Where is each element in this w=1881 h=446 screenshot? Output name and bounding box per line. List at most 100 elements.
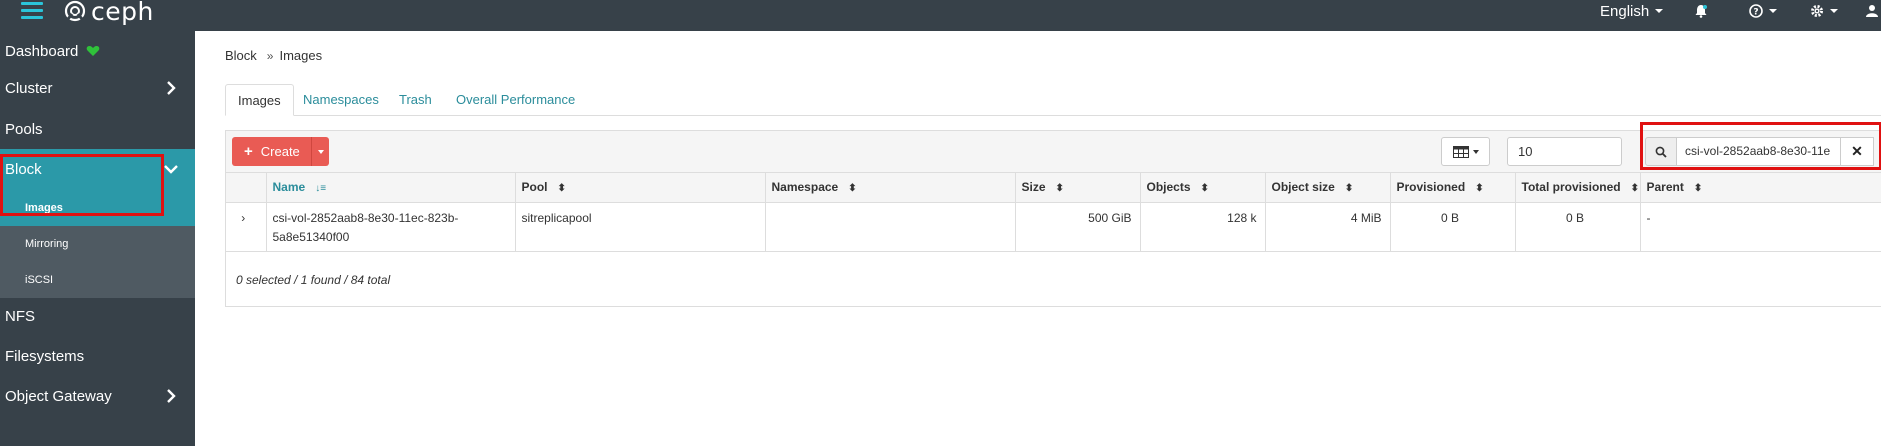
column-header-objects[interactable]: Objects ⬍ [1140, 173, 1266, 203]
sort-icon: ⬍ [1630, 182, 1640, 194]
sidebar: Dashboard Cluster Pools Block Images Mir… [0, 31, 195, 446]
sidebar-item-object-gateway[interactable]: Object Gateway [0, 376, 195, 416]
caret-down-icon [1472, 149, 1479, 154]
sort-ascending-icon: ↓≡ [315, 182, 327, 194]
tab-images[interactable]: Images [225, 84, 294, 116]
caret-down-icon [317, 149, 324, 154]
search-icon [1645, 137, 1677, 166]
column-header-provisioned[interactable]: Provisioned ⬍ [1390, 173, 1516, 203]
sort-icon: ⬍ [1475, 182, 1484, 194]
column-toggle-button[interactable] [1441, 137, 1490, 166]
page-size-input[interactable]: 10 [1507, 137, 1622, 166]
sort-icon: ⬍ [1055, 182, 1064, 194]
breadcrumb-current: Images [279, 48, 323, 63]
caret-down-icon [1655, 9, 1664, 13]
column-header-label: Pool [521, 180, 548, 195]
cell-objects: 128 k [1140, 202, 1266, 252]
table-row[interactable]: › csi-vol-2852aab8-8e30-11ec-823b-5a8e51… [226, 202, 1881, 252]
gear-icon [1811, 5, 1823, 17]
sort-icon: ⬍ [1344, 182, 1354, 194]
sort-icon: ⬍ [557, 182, 566, 194]
table-header-row: Name ↓≡ Pool ⬍ Namespace ⬍ Size ⬍ Objects ⬍ O… [226, 173, 1881, 203]
help-dropdown[interactable]: ? [1749, 0, 1777, 22]
column-header-namespace[interactable]: Namespace ⬍ [765, 173, 1016, 203]
sidebar-item-label: Filesystems [5, 347, 85, 365]
sort-icon: ⬍ [1200, 182, 1209, 194]
create-dropdown-toggle[interactable] [311, 137, 329, 166]
create-label: Create [260, 144, 300, 159]
close-icon: ✕ [1851, 143, 1863, 159]
cell-name: csi-vol-2852aab8-8e30-11ec-823b-5a8e5134… [266, 202, 516, 252]
images-table: Name ↓≡ Pool ⬍ Namespace ⬍ Size ⬍ Objects ⬍ O… [226, 173, 1881, 252]
cell-namespace [765, 202, 1016, 252]
heart-health-icon [87, 46, 100, 56]
search-group: csi-vol-2852aab8-8e30-11e ✕ [1645, 137, 1881, 166]
sidebar-subitem-mirroring[interactable]: Mirroring [0, 226, 195, 262]
breadcrumb-parent[interactable]: Block [225, 48, 257, 63]
user-dropdown[interactable] [1866, 0, 1880, 22]
settings-dropdown[interactable] [1810, 0, 1838, 22]
table-columns-icon [1452, 145, 1469, 158]
sidebar-subitem-iscsi[interactable]: iSCSI [0, 262, 195, 298]
sidebar-item-pools[interactable]: Pools [0, 109, 195, 149]
column-header-size[interactable]: Size ⬍ [1015, 173, 1141, 203]
tab-bar: Images Namespaces Trash Overall Performa… [225, 84, 1881, 116]
sidebar-item-filesystems[interactable]: Filesystems [0, 336, 195, 376]
brand-name: ceph [91, 0, 154, 26]
column-header-pool[interactable]: Pool ⬍ [515, 173, 766, 203]
sidebar-item-label: Pools [5, 120, 43, 138]
sidebar-subitem-label: Mirroring [25, 238, 69, 250]
ceph-logo-icon [64, 0, 86, 22]
sidebar-item-dashboard[interactable]: Dashboard [0, 31, 195, 71]
user-icon [1866, 5, 1878, 17]
search-input[interactable]: csi-vol-2852aab8-8e30-11e [1677, 137, 1840, 166]
sidebar-subitem-images[interactable]: Images [0, 189, 195, 226]
row-expand-toggle[interactable]: › [226, 202, 267, 252]
sidebar-item-nfs[interactable]: NFS [0, 296, 195, 336]
clear-search-button[interactable]: ✕ [1840, 137, 1874, 166]
expand-column-header [226, 173, 267, 203]
sidebar-item-cluster[interactable]: Cluster [0, 68, 195, 108]
column-header-name[interactable]: Name ↓≡ [266, 173, 516, 203]
chevron-right-icon [167, 389, 176, 403]
column-header-total-provisioned[interactable]: Total provisioned ⬍ [1515, 173, 1641, 203]
svg-text:?: ? [1753, 8, 1758, 18]
tab-trash[interactable]: Trash [399, 84, 432, 116]
sidebar-subitem-label: Images [25, 201, 63, 214]
sidebar-item-label: Object Gateway [5, 387, 112, 405]
column-header-label: Parent [1646, 180, 1684, 195]
ceph-logo[interactable]: ceph [63, 0, 154, 26]
plus-icon: + [244, 143, 253, 160]
sort-icon: ⬍ [848, 182, 857, 194]
cell-size: 500 GiB [1015, 202, 1141, 252]
language-dropdown[interactable]: English [1600, 0, 1664, 22]
column-header-label: Provisioned [1396, 180, 1466, 195]
column-header-object-size[interactable]: Object size ⬍ [1265, 173, 1391, 203]
chevron-right-icon: › [241, 210, 246, 225]
caret-down-icon [1830, 9, 1838, 13]
column-header-parent[interactable]: Parent ⬍ [1640, 173, 1881, 203]
breadcrumb-separator-icon: » [266, 48, 274, 63]
cell-object-size: 4 MiB [1265, 202, 1391, 252]
bell-icon [1695, 5, 1707, 18]
images-table-panel: + Create 10 csi-vol-2852aab8-8e30-11e ✕ … [225, 122, 1881, 307]
menu-toggle-icon[interactable] [21, 2, 43, 20]
chevron-down-icon [164, 165, 178, 174]
cell-provisioned: 0 B [1390, 202, 1516, 252]
sidebar-subitem-label: iSCSI [25, 274, 54, 286]
tab-overall-performance[interactable]: Overall Performance [456, 84, 575, 116]
notifications-button[interactable] [1694, 0, 1708, 22]
column-header-label: Object size [1271, 180, 1335, 195]
top-navbar: ceph English ? [0, 0, 1881, 31]
table-toolbar: + Create 10 csi-vol-2852aab8-8e30-11e ✕ [226, 131, 1881, 173]
sidebar-item-label: NFS [5, 307, 35, 325]
tab-namespaces[interactable]: Namespaces [303, 84, 379, 116]
caret-down-icon [1769, 9, 1777, 13]
chevron-right-icon [167, 81, 176, 95]
sidebar-item-block[interactable]: Block [0, 149, 195, 189]
sidebar-item-label: Block [5, 160, 42, 178]
breadcrumb: Block » Images [225, 48, 322, 63]
column-header-label: Size [1021, 180, 1046, 195]
create-button[interactable]: + Create [232, 137, 329, 166]
cell-total-provisioned: 0 B [1515, 202, 1641, 252]
